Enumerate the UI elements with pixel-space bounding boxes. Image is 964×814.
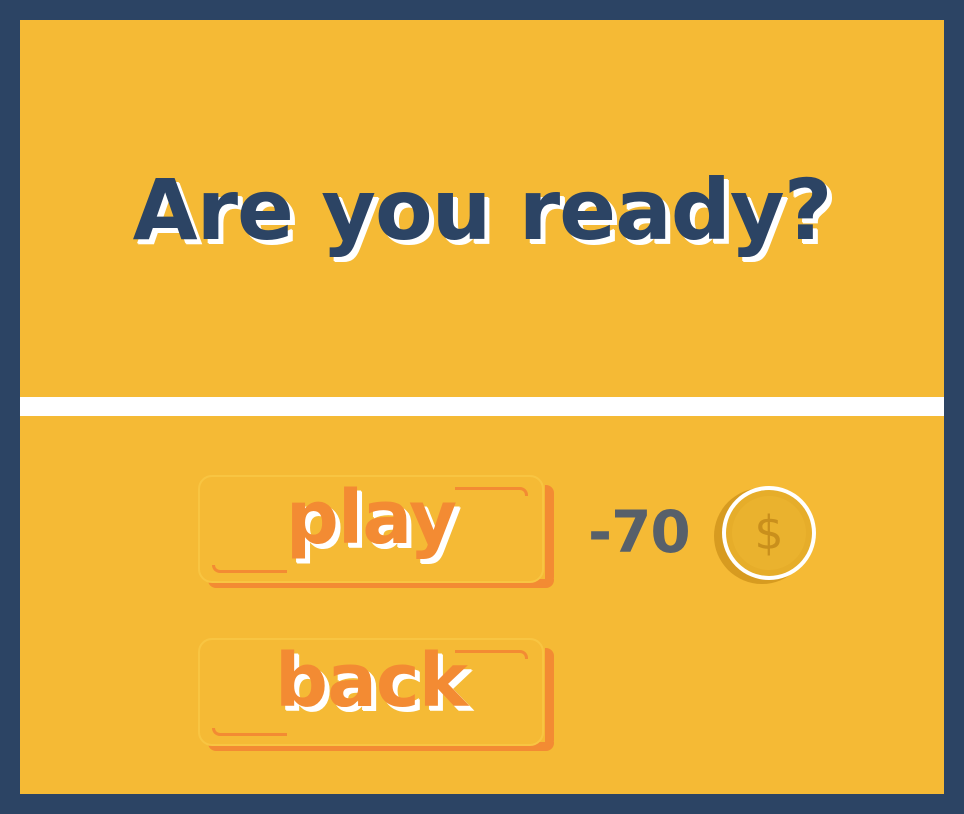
coin-icon: $ (714, 486, 816, 584)
coin-symbol: $ (754, 506, 783, 560)
page-title: Are you ready? (132, 161, 833, 259)
ready-dialog: Are you ready? play -70 $ back (20, 20, 944, 794)
play-cost: -70 (588, 498, 691, 566)
button-accent (212, 728, 287, 736)
back-button-label: back (275, 638, 468, 724)
play-button-label: play (285, 475, 457, 561)
button-shadow (545, 648, 554, 748)
button-accent (212, 565, 287, 573)
play-button[interactable]: play (198, 475, 554, 591)
button-shadow (545, 485, 554, 585)
back-button[interactable]: back (198, 638, 554, 754)
divider (20, 397, 944, 416)
